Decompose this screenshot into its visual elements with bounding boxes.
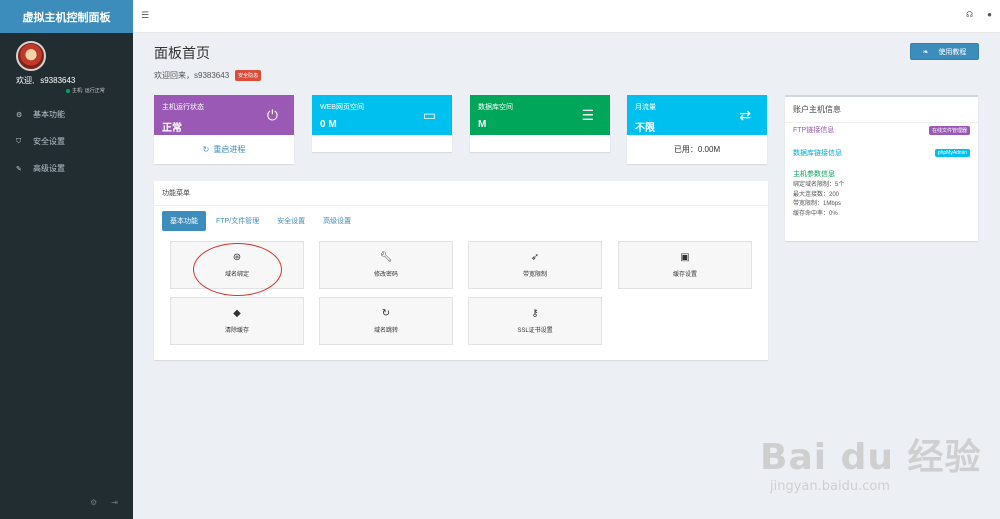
restart-process-link[interactable]: ↻ 重启进程 bbox=[154, 135, 294, 164]
function-tabs: 基本功能 FTP/文件管理 安全设置 高级设置 bbox=[162, 211, 359, 231]
tile-domain-binding[interactable]: ⊛ 域名绑定 bbox=[170, 241, 304, 289]
stat-label: 主机运行状态 bbox=[162, 104, 204, 111]
ftp-info-row: FTP链接信息 在线文件管理器 bbox=[793, 125, 970, 135]
hamburger-icon[interactable]: ☰ bbox=[141, 10, 149, 21]
param-item: 绑定域名限制：5个 bbox=[793, 182, 845, 188]
tab-advanced[interactable]: 高级设置 bbox=[315, 211, 359, 231]
sidebar-footer: ⚙ ⇥ bbox=[90, 498, 118, 507]
database-icon: ☰ bbox=[581, 107, 594, 123]
status-indicator: 主机: 运行正常 bbox=[66, 87, 105, 94]
page-subtitle: 欢迎回来，s9383643 安全隐患 bbox=[154, 70, 262, 82]
gear-icon[interactable]: ⚙ bbox=[90, 498, 97, 507]
user-panel: 欢迎, s9383643 主机: 运行正常 bbox=[0, 33, 133, 95]
refresh-icon: ↻ bbox=[381, 307, 391, 319]
stat-value: M bbox=[478, 119, 487, 130]
tile-label: 带宽限制 bbox=[522, 271, 547, 278]
db-info-row: 数据库链接信息 phpMyAdmin bbox=[793, 148, 970, 158]
tile-ssl-settings[interactable]: ⚷ SSL证书设置 bbox=[468, 297, 602, 345]
tile-label: 清除缓存 bbox=[224, 327, 249, 334]
account-info-box: 账户主机信息 FTP链接信息 在线文件管理器 数据库链接信息 phpMyAdmi… bbox=[785, 95, 978, 241]
host-params-title: 主机参数信息 bbox=[793, 171, 835, 178]
edit-icon: ✎ bbox=[16, 165, 22, 173]
sidebar-item-label: 高级设置 bbox=[33, 164, 65, 173]
stat-value: 0 M bbox=[320, 119, 337, 130]
tile-label: 域名跳转 bbox=[373, 327, 398, 334]
hdd-icon: ▭ bbox=[422, 107, 436, 123]
refresh-icon: ↻ bbox=[202, 145, 210, 154]
power-icon: ⏻ bbox=[266, 107, 278, 123]
tutorial-button[interactable]: ❧ 使用教程 bbox=[910, 43, 979, 60]
stat-footer bbox=[470, 135, 610, 152]
logout-icon[interactable]: ⇥ bbox=[111, 498, 118, 507]
sidebar-item-security[interactable]: ⛉ 安全设置 bbox=[0, 128, 133, 155]
gears-icon: ⚙ bbox=[16, 111, 23, 119]
sidebar-item-advanced[interactable]: ✎ 高级设置 bbox=[0, 155, 133, 182]
tile-label: SSL证书设置 bbox=[517, 327, 553, 334]
stat-value: 正常 bbox=[162, 123, 182, 134]
key-icon: ⚷ bbox=[531, 307, 539, 319]
db-link[interactable]: 数据库链接信息 bbox=[793, 148, 842, 158]
welcome-text: 欢迎, s9383643 bbox=[16, 76, 76, 85]
top-navbar: ☰ ☊ ● bbox=[133, 0, 1000, 33]
stat-value: 不限 bbox=[635, 123, 655, 134]
watermark-logo: Bai du 经验 bbox=[760, 437, 982, 478]
param-item: 最大连接数：200 bbox=[793, 191, 840, 198]
param-item: 缓存命中率：0% bbox=[793, 210, 838, 217]
tile-cache-settings[interactable]: ▣ 缓存设置 bbox=[618, 241, 752, 289]
phpmyadmin-badge[interactable]: phpMyAdmin bbox=[934, 149, 970, 157]
tile-bandwidth-limit[interactable]: ➶ 带宽限制 bbox=[468, 241, 602, 289]
leaf-icon: ❧ bbox=[922, 48, 929, 56]
wrench-icon: 🔧︎ bbox=[379, 251, 393, 263]
ftp-link[interactable]: FTP链接信息 bbox=[793, 125, 834, 135]
param-item: 带宽限制：1Mbps bbox=[793, 201, 842, 207]
stat-label: 月流量 bbox=[635, 104, 656, 111]
watermark-url: jingyan.baidu.com bbox=[770, 479, 890, 494]
top-right-icons: ☊ ● bbox=[966, 10, 992, 19]
save-icon: ▣ bbox=[680, 251, 690, 263]
stat-card-web-space: WEB网页空间 0 M ▭ bbox=[312, 95, 452, 152]
headset-icon[interactable]: ☊ bbox=[966, 10, 973, 19]
function-menu-title: 功能菜单 bbox=[154, 181, 768, 206]
tab-ftp[interactable]: FTP/文件管理 bbox=[208, 211, 267, 231]
avatar[interactable] bbox=[16, 41, 46, 71]
host-params: 主机参数信息 绑定域名限制：5个 最大连接数：200 带宽限制：1Mbps 缓存… bbox=[793, 169, 844, 219]
sidebar-item-basic[interactable]: ⚙ 基本功能 bbox=[0, 101, 133, 128]
stat-card-traffic: 月流量 不限 ⇄ 已用：0.00M bbox=[627, 95, 767, 164]
online-dot-icon bbox=[66, 88, 70, 93]
traffic-used: 已用：0.00M bbox=[673, 145, 721, 154]
exchange-icon: ⇄ bbox=[739, 107, 751, 123]
eraser-icon: ◆ bbox=[233, 307, 241, 319]
account-title: 账户主机信息 bbox=[785, 97, 978, 123]
stat-footer bbox=[312, 135, 452, 152]
tile-label: 缓存设置 bbox=[672, 271, 697, 278]
tile-domain-redirect[interactable]: ↻ 域名跳转 bbox=[319, 297, 453, 345]
brand-title[interactable]: 虚拟主机控制面板 bbox=[0, 0, 133, 33]
shield-icon: ⛉ bbox=[16, 137, 22, 145]
tile-clear-cache[interactable]: ◆ 清除缓存 bbox=[170, 297, 304, 345]
stat-label: WEB网页空间 bbox=[320, 104, 364, 111]
tile-change-password[interactable]: 🔧︎ 修改密码 bbox=[319, 241, 453, 289]
security-badge[interactable]: 安全隐患 bbox=[235, 70, 262, 82]
dribbble-icon: ⊛ bbox=[232, 251, 242, 263]
tab-basic[interactable]: 基本功能 bbox=[162, 211, 206, 231]
stat-card-host-status: 主机运行状态 正常 ⏻ ↻ 重启进程 bbox=[154, 95, 294, 164]
tile-label: 域名绑定 bbox=[224, 271, 249, 278]
sidebar-item-label: 安全设置 bbox=[33, 137, 65, 146]
stat-label: 数据库空间 bbox=[478, 104, 513, 111]
rocket-icon: ➶ bbox=[530, 251, 540, 263]
sidebar: 虚拟主机控制面板 欢迎, s9383643 主机: 运行正常 ⚙ 基本功能 ⛉ 安… bbox=[0, 0, 133, 519]
baidu-watermark: Bai du 经验 jingyan.baidu.com bbox=[760, 428, 982, 494]
page-title: 面板首页 bbox=[154, 45, 210, 61]
sidebar-item-label: 基本功能 bbox=[33, 110, 65, 119]
tile-label: 修改密码 bbox=[373, 271, 398, 278]
file-manager-badge[interactable]: 在线文件管理器 bbox=[928, 125, 970, 135]
user-icon[interactable]: ● bbox=[987, 10, 992, 19]
tab-security[interactable]: 安全设置 bbox=[269, 211, 313, 231]
username: s9383643 bbox=[40, 76, 76, 85]
stat-card-database: 数据库空间 M ☰ bbox=[470, 95, 610, 152]
sidebar-menu: ⚙ 基本功能 ⛉ 安全设置 ✎ 高级设置 bbox=[0, 101, 133, 182]
